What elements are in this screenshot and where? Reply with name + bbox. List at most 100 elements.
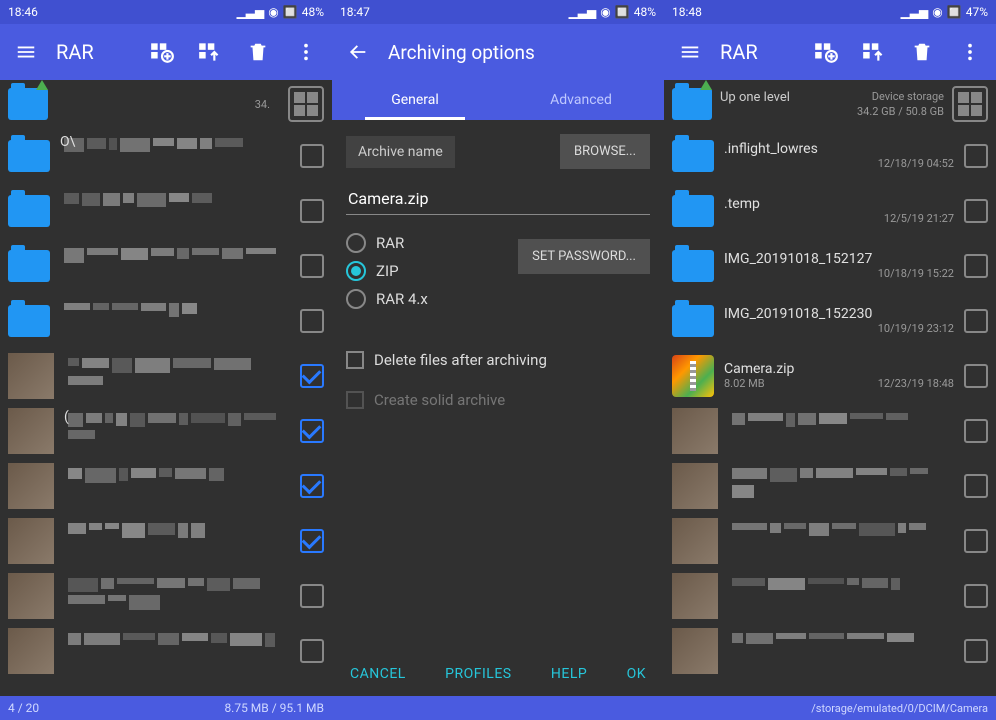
- file-row[interactable]: [0, 183, 332, 238]
- status-footer: /storage/emulated/0/DCIM/Camera: [664, 696, 996, 720]
- tab-general[interactable]: General: [332, 80, 498, 120]
- file-row[interactable]: [0, 238, 332, 293]
- top-bar: RAR: [0, 24, 332, 80]
- folder-icon: [672, 305, 714, 337]
- folder-icon: [672, 140, 714, 172]
- overflow-icon[interactable]: [952, 34, 988, 70]
- file-row[interactable]: IMG_20191018_15223010/19/19 23:12: [664, 293, 996, 348]
- select-checkbox[interactable]: [300, 144, 324, 168]
- file-row[interactable]: [0, 623, 332, 678]
- select-checkbox[interactable]: [300, 529, 324, 553]
- menu-icon[interactable]: [672, 34, 708, 70]
- file-row[interactable]: [664, 623, 996, 678]
- folder-icon: [672, 195, 714, 227]
- select-checkbox[interactable]: [300, 419, 324, 443]
- selection-size: 8.75 MB / 95.1 MB: [224, 701, 324, 715]
- select-checkbox[interactable]: [964, 254, 988, 278]
- select-checkbox[interactable]: [964, 639, 988, 663]
- file-row[interactable]: [0, 568, 332, 623]
- status-footer: [332, 696, 664, 720]
- up-one-level-row[interactable]: Up one level Device storage 34.2 GB / 50…: [664, 80, 996, 128]
- file-info: IMG_20191018_15223010/19/19 23:12: [724, 306, 954, 335]
- dialog-actions: CANCEL PROFILES HELP OK: [332, 652, 664, 696]
- file-row[interactable]: IMG_20191018_15212710/18/19 15:22: [664, 238, 996, 293]
- back-icon[interactable]: [340, 34, 376, 70]
- add-archive-icon[interactable]: [144, 34, 180, 70]
- select-checkbox[interactable]: [300, 254, 324, 278]
- select-checkbox[interactable]: [300, 364, 324, 388]
- select-checkbox[interactable]: [964, 419, 988, 443]
- file-row[interactable]: [664, 513, 996, 568]
- thumbnail-icon: [8, 408, 54, 454]
- select-checkbox[interactable]: [964, 364, 988, 388]
- file-row[interactable]: [0, 458, 332, 513]
- delete-after-checkbox[interactable]: Delete files after archiving: [346, 347, 650, 373]
- file-row[interactable]: O\: [0, 128, 332, 183]
- file-info: [64, 519, 290, 563]
- extract-icon[interactable]: [192, 34, 228, 70]
- select-checkbox[interactable]: [964, 584, 988, 608]
- status-bar: 18:47 ▁▃▅ ◉ 🔲 48%: [332, 0, 664, 24]
- help-button[interactable]: HELP: [551, 666, 587, 682]
- extract-icon[interactable]: [856, 34, 892, 70]
- thumbnail-icon: [672, 518, 718, 564]
- file-row[interactable]: [664, 458, 996, 513]
- file-row[interactable]: [0, 513, 332, 568]
- menu-icon[interactable]: [8, 34, 44, 70]
- file-info: [728, 629, 954, 673]
- select-checkbox[interactable]: [964, 309, 988, 333]
- file-row[interactable]: Camera.zip8.02 MB12/23/19 18:48: [664, 348, 996, 403]
- format-rar4-radio[interactable]: RAR 4.x: [346, 285, 508, 313]
- view-mode-toggle[interactable]: [288, 86, 324, 122]
- select-checkbox[interactable]: [300, 199, 324, 223]
- select-checkbox[interactable]: [964, 144, 988, 168]
- cancel-button[interactable]: CANCEL: [350, 666, 406, 682]
- file-info: .temp12/5/19 21:27: [724, 196, 954, 225]
- delete-icon[interactable]: [904, 34, 940, 70]
- file-meta: 8.02 MB12/23/19 18:48: [724, 377, 954, 390]
- format-zip-radio[interactable]: ZIP: [346, 257, 508, 285]
- file-row[interactable]: [664, 568, 996, 623]
- current-path: /storage/emulated/0/DCIM/Camera: [811, 702, 988, 715]
- file-meta: 12/18/19 04:52: [724, 157, 954, 170]
- format-rar-radio[interactable]: RAR: [346, 229, 508, 257]
- file-row[interactable]: [0, 293, 332, 348]
- select-checkbox[interactable]: [300, 584, 324, 608]
- battery-pct: 47%: [966, 5, 988, 19]
- file-row[interactable]: .temp12/5/19 21:27: [664, 183, 996, 238]
- delete-icon[interactable]: [240, 34, 276, 70]
- select-checkbox[interactable]: [964, 199, 988, 223]
- overflow-icon[interactable]: [288, 34, 324, 70]
- file-row[interactable]: .inflight_lowres12/18/19 04:52: [664, 128, 996, 183]
- battery-icon: 🔲: [283, 5, 298, 19]
- tab-advanced[interactable]: Advanced: [498, 80, 664, 120]
- app-title: RAR: [56, 40, 94, 64]
- profiles-button[interactable]: PROFILES: [445, 666, 511, 682]
- browse-button[interactable]: BROWSE...: [560, 134, 650, 169]
- battery-pct: 48%: [302, 5, 324, 19]
- wifi-icon: ◉: [932, 5, 942, 19]
- up-one-level-row[interactable]: 34.: [0, 80, 332, 128]
- file-row[interactable]: [664, 403, 996, 458]
- signal-icon: ▁▃▅: [901, 5, 929, 19]
- select-checkbox[interactable]: [300, 474, 324, 498]
- archive-name-input[interactable]: [346, 183, 650, 215]
- file-info: [728, 574, 954, 618]
- file-info: [64, 629, 290, 673]
- page-title: Archiving options: [388, 41, 535, 64]
- status-bar: 18:48 ▁▃▅ ◉ 🔲 47%: [664, 0, 996, 24]
- select-checkbox[interactable]: [964, 474, 988, 498]
- thumbnail-icon: [8, 463, 54, 509]
- select-checkbox[interactable]: [300, 309, 324, 333]
- ok-button[interactable]: OK: [627, 666, 646, 682]
- view-mode-toggle[interactable]: [952, 86, 988, 122]
- select-checkbox[interactable]: [300, 639, 324, 663]
- thumbnail-icon: [672, 573, 718, 619]
- file-row[interactable]: [0, 348, 332, 403]
- file-info: [728, 464, 954, 508]
- set-password-button[interactable]: SET PASSWORD...: [518, 239, 650, 274]
- file-row[interactable]: (: [0, 403, 332, 458]
- select-checkbox[interactable]: [964, 529, 988, 553]
- add-archive-icon[interactable]: [808, 34, 844, 70]
- status-time: 18:47: [340, 5, 370, 19]
